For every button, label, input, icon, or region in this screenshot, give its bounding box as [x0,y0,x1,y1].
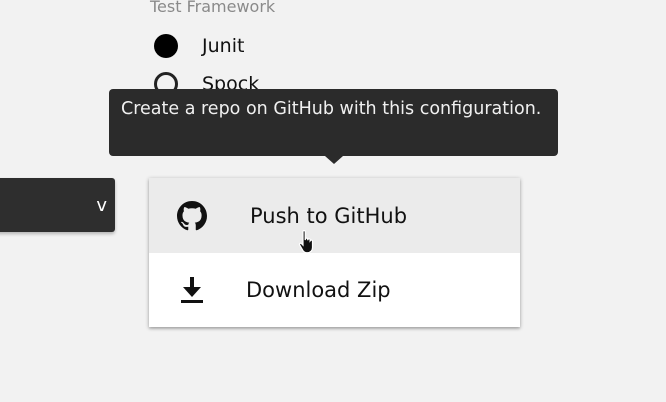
push-tooltip: Create a repo on GitHub with this config… [109,89,558,156]
menu-item-download-zip[interactable]: Download Zip [149,253,520,327]
screen: Test Framework Junit Spock v Create a re… [0,0,666,402]
generate-button-label: v [96,194,107,216]
tooltip-arrow [325,156,343,164]
download-icon [177,275,207,305]
github-icon [177,200,207,231]
radio-label-junit: Junit [202,35,245,57]
menu-label-download: Download Zip [246,278,391,302]
share-menu: Push to GitHub Download Zip [149,178,520,327]
menu-label-push: Push to GitHub [250,203,408,228]
radio-option-junit[interactable]: Junit [154,34,244,58]
radio-checked-icon[interactable] [154,34,178,58]
test-framework-label: Test Framework [150,0,276,16]
menu-item-push-to-github[interactable]: Push to GitHub [149,178,520,253]
generate-button[interactable]: v [0,178,115,232]
